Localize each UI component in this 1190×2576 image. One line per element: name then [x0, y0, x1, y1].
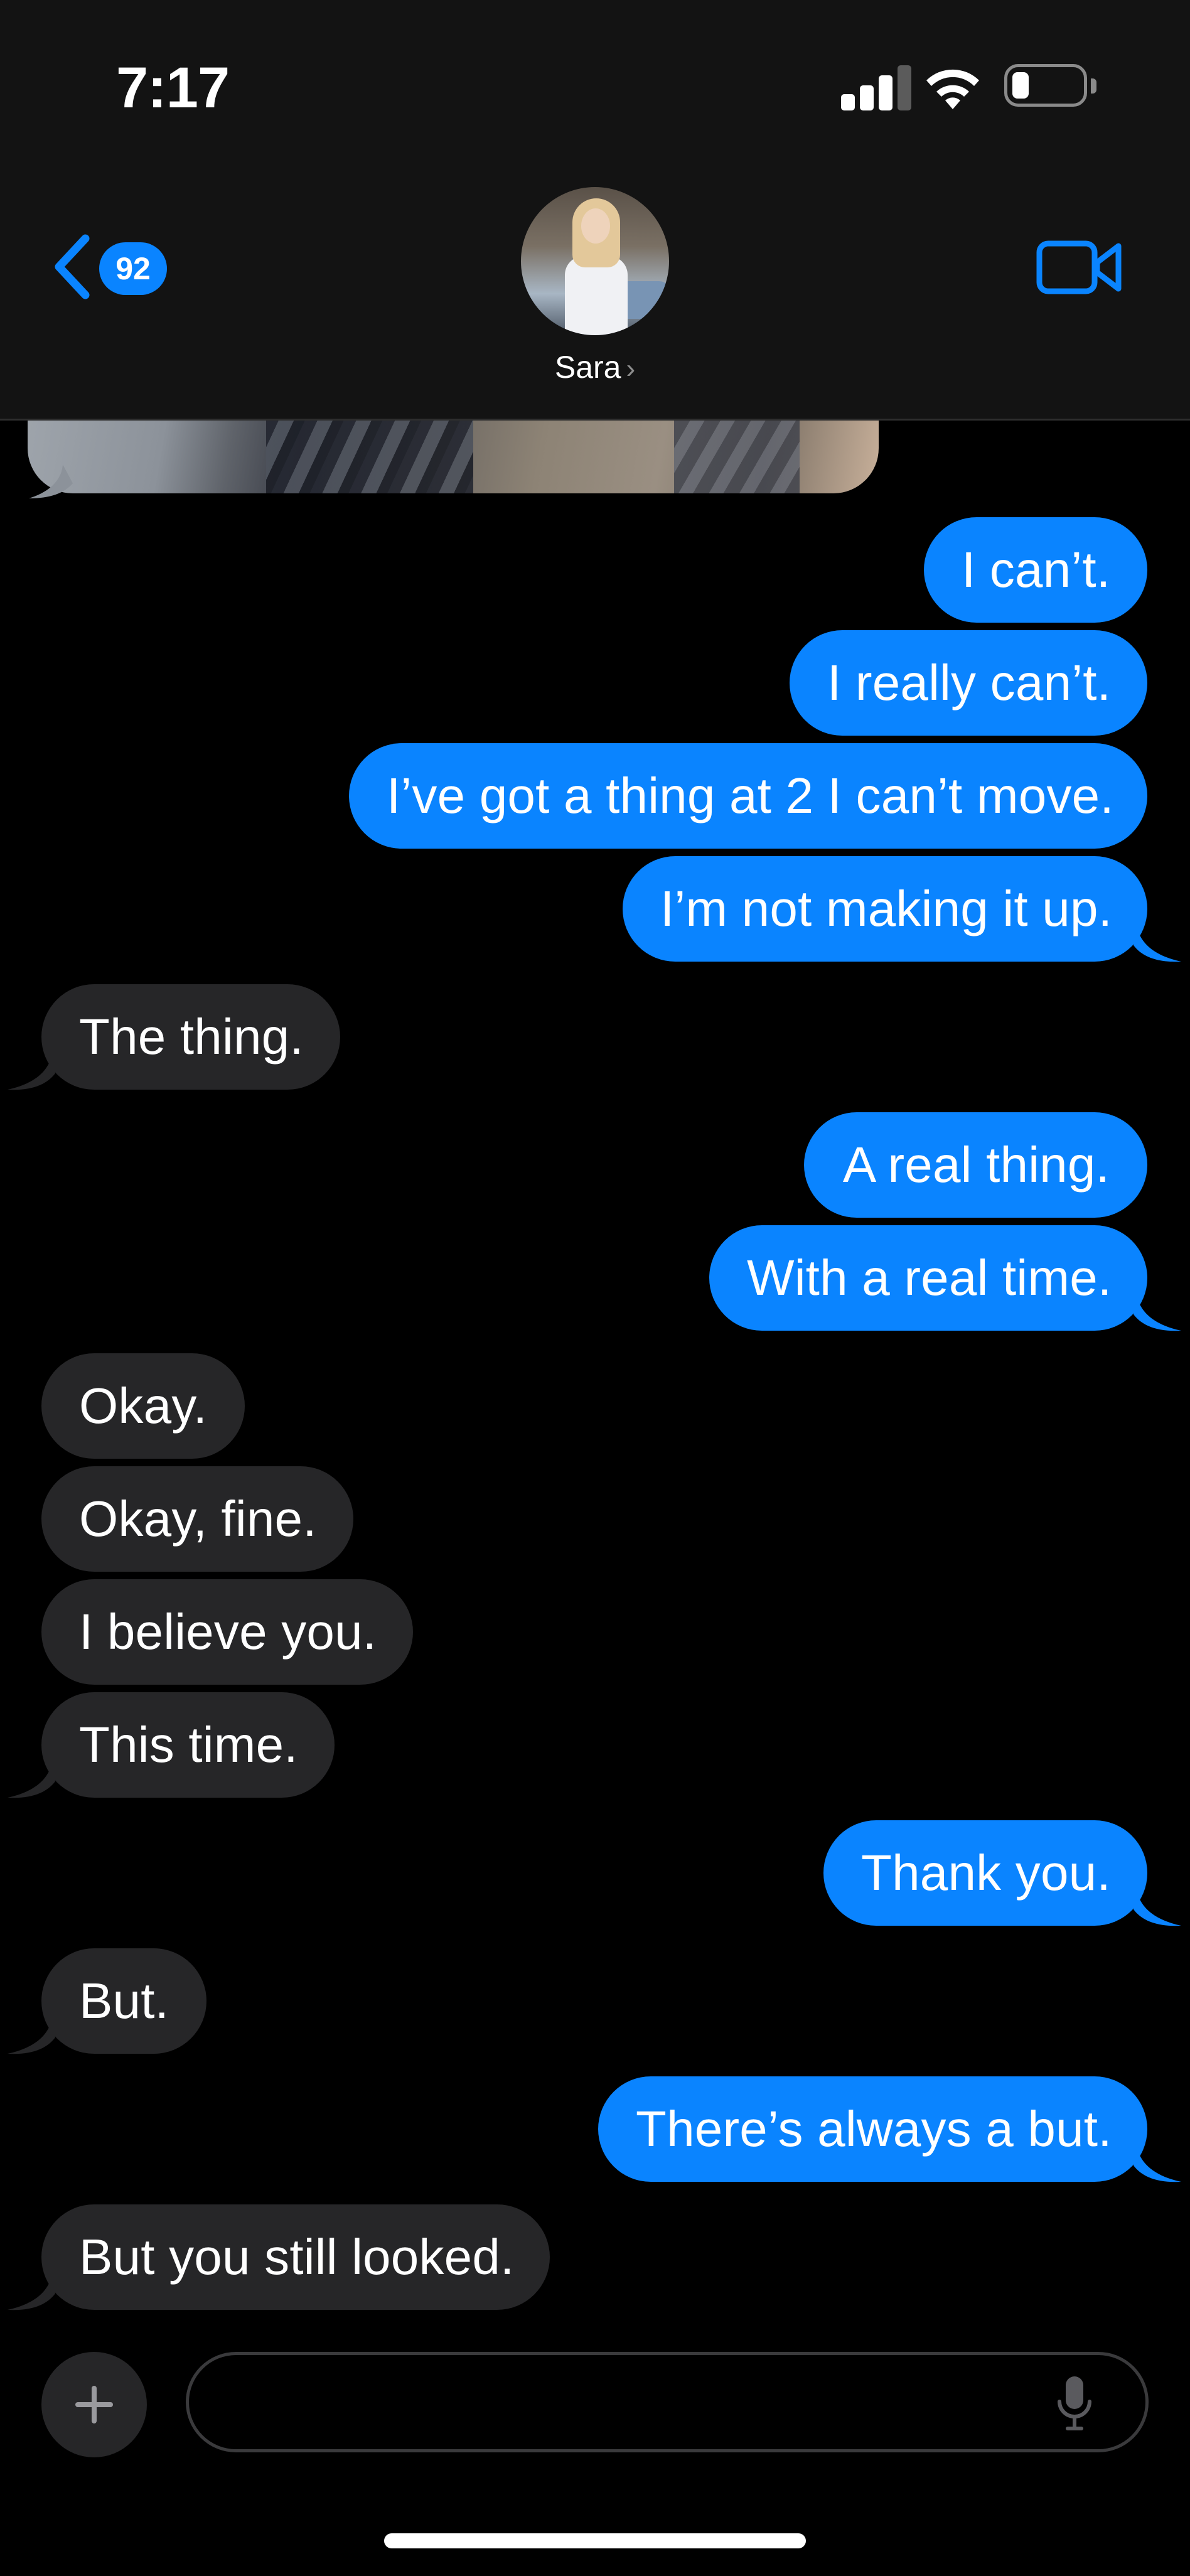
bubble-tail [1134, 923, 1181, 962]
contact-info-button[interactable]: Sara › [501, 187, 689, 400]
microphone-icon[interactable] [1054, 2374, 1095, 2434]
status-bar: 7:17 [0, 0, 1190, 157]
bubble-tail [8, 1051, 55, 1090]
bubble-tail [1134, 1887, 1181, 1926]
bubble-tail [1134, 2143, 1181, 2182]
contact-name-label: Sara [554, 350, 621, 385]
unread-count-badge: 92 [99, 242, 167, 295]
sent-message-bubble[interactable]: A real thing. [804, 1112, 1147, 1218]
message-list[interactable]: I can’t. I really can’t. I’ve got a thing … [0, 421, 1190, 2310]
plus-button[interactable] [41, 2352, 147, 2457]
sent-message-bubble[interactable]: I’ve got a thing at 2 I can’t move. [349, 743, 1147, 849]
video-camera-icon[interactable] [1036, 235, 1123, 300]
status-time: 7:17 [116, 56, 230, 120]
received-message-bubble[interactable]: The thing. [41, 984, 340, 1090]
home-indicator[interactable] [384, 2533, 806, 2548]
received-message-bubble[interactable]: Okay, fine. [41, 1466, 353, 1572]
battery-low-icon [1004, 64, 1096, 107]
bubble-tail [8, 2015, 55, 2054]
avatar [521, 187, 669, 335]
sent-message-bubble[interactable]: I’m not making it up. [623, 856, 1147, 962]
photo-message[interactable] [28, 421, 879, 493]
cellular-signal-icon [841, 65, 911, 110]
bubble-tail [29, 464, 73, 498]
received-message-bubble[interactable]: Okay. [41, 1353, 245, 1459]
composer [0, 2322, 1190, 2479]
sent-message-bubble[interactable]: I really can’t. [790, 630, 1147, 736]
chevron-left-icon [55, 234, 90, 299]
sent-message-bubble[interactable]: There’s always a but. [598, 2076, 1147, 2182]
bubble-tail [8, 2271, 55, 2310]
received-message-bubble[interactable]: But. [41, 1948, 206, 2054]
sent-message-bubble[interactable]: I can’t. [924, 517, 1147, 623]
received-message-bubble[interactable]: I believe you. [41, 1579, 413, 1685]
received-message-bubble[interactable]: But you still looked. [41, 2204, 550, 2310]
wifi-icon [926, 69, 979, 109]
chevron-right-icon: › [626, 353, 636, 384]
back-button[interactable]: 92 [44, 226, 176, 308]
sent-message-bubble[interactable]: With a real time. [709, 1225, 1147, 1331]
received-message-bubble[interactable]: This time. [41, 1692, 335, 1798]
sent-message-bubble[interactable]: Thank you. [823, 1820, 1147, 1926]
message-input[interactable] [186, 2352, 1149, 2452]
contact-name: Sara › [501, 349, 689, 385]
bubble-tail [1134, 1292, 1181, 1331]
bubble-tail [8, 1759, 55, 1798]
conversation-header: 92 Sara › [0, 157, 1190, 421]
